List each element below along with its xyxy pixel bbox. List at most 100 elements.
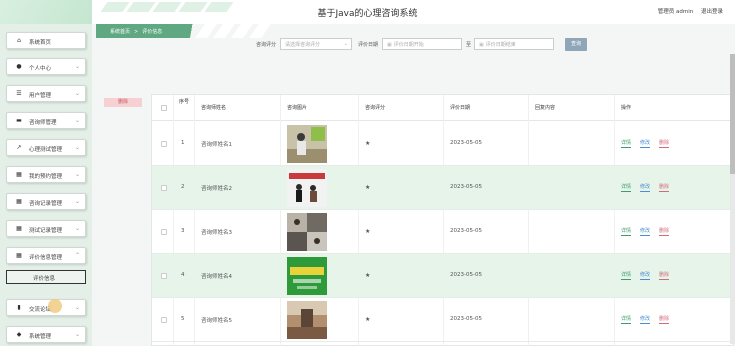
main-content: 系统首页 > 评价信息 咨询评分 请选择咨询评分 ⌄ 评价日期 ▣ 评价日期开始 至 … bbox=[96, 24, 735, 346]
site-title: 基于Java的心理咨询系统 bbox=[317, 9, 418, 19]
user-label: 管理员 admin bbox=[657, 9, 694, 15]
grid-icon: ▦ bbox=[16, 198, 22, 205]
delete-button[interactable]: 删除 bbox=[659, 315, 670, 324]
rating-star: ★ bbox=[365, 316, 371, 323]
row-checkbox[interactable] bbox=[161, 185, 167, 191]
calendar-icon: ▣ bbox=[479, 42, 484, 48]
rating-placeholder: 请选择咨询评分 bbox=[285, 42, 321, 48]
sidebar-item-reviews[interactable]: ▦ 评价信息管理 ⌃ bbox=[6, 247, 86, 264]
rating-star: ★ bbox=[365, 140, 371, 147]
sidebar-item-label: 系统首页 bbox=[29, 40, 52, 46]
col-header-index: 序号 bbox=[179, 99, 190, 105]
row-name: 咨询师姓名1 bbox=[201, 142, 232, 148]
date-end-placeholder: 评价日期结束 bbox=[485, 42, 516, 48]
row-checkbox[interactable] bbox=[161, 273, 167, 279]
rating-star: ★ bbox=[365, 272, 371, 279]
chevron-down-icon: ⌄ bbox=[74, 331, 80, 338]
delete-button[interactable]: 删除 bbox=[659, 183, 670, 192]
col-header-name: 咨询师姓名 bbox=[201, 105, 227, 111]
sidebar-item-label: 我的预约管理 bbox=[29, 174, 63, 180]
select-all-checkbox[interactable] bbox=[161, 105, 167, 111]
sidebar-item-label: 测试记录管理 bbox=[29, 228, 63, 234]
row-checkbox[interactable] bbox=[161, 229, 167, 235]
sidebar-subitem-review-info[interactable]: 评价信息 bbox=[6, 270, 86, 284]
list-icon: ☰ bbox=[16, 90, 22, 97]
table-row: 2 咨询师姓名2 ★ 2023-05-05 详情 修改 删除 bbox=[152, 166, 733, 210]
rating-select[interactable]: 请选择咨询评分 ⌄ bbox=[280, 38, 352, 50]
logout-link[interactable]: 退出登录 bbox=[701, 9, 723, 15]
sidebar: ⌂ 系统首页 ● 个人中心 ⌄ ☰ 用户管理 ⌄ ▬ 咨询师管理 ⌄ ↗ 心理测… bbox=[0, 24, 92, 346]
sidebar-item-profile[interactable]: ● 个人中心 ⌄ bbox=[6, 58, 86, 75]
chevron-down-icon: ⌄ bbox=[74, 90, 80, 97]
query-button[interactable]: 查询 bbox=[565, 38, 587, 51]
rating-star: ★ bbox=[365, 184, 371, 191]
col-header-photo: 咨询图片 bbox=[287, 105, 308, 111]
bar-chart-icon: ▮ bbox=[17, 304, 21, 311]
counselor-photo bbox=[287, 125, 327, 163]
breadcrumb-current: 评价信息 bbox=[142, 29, 163, 35]
review-table: 序号 咨询师姓名 咨询图片 咨询评分 评价日期 回复内容 操作 1 咨询师姓名1 bbox=[151, 94, 734, 346]
calendar-icon: ▣ bbox=[387, 42, 392, 48]
sidebar-item-consult-records[interactable]: ▦ 咨询记录管理 ⌄ bbox=[6, 193, 86, 210]
table-row: 5 咨询师姓名5 ★ 2023-05-05 详情 修改 删除 bbox=[152, 298, 733, 342]
chevron-down-icon: ⌄ bbox=[74, 171, 80, 178]
row-index: 4 bbox=[181, 272, 185, 278]
edit-button[interactable]: 修改 bbox=[640, 271, 651, 280]
sidebar-item-counselors[interactable]: ▬ 咨询师管理 ⌄ bbox=[6, 112, 86, 129]
delete-button[interactable]: 删除 bbox=[659, 227, 670, 236]
sidebar-item-label: 咨询记录管理 bbox=[29, 201, 63, 207]
briefcase-icon: ▬ bbox=[16, 117, 22, 124]
row-date: 2023-05-05 bbox=[450, 140, 482, 146]
row-date: 2023-05-05 bbox=[450, 272, 482, 278]
sidebar-item-label: 系统管理 bbox=[29, 334, 52, 340]
delete-button[interactable]: 删除 bbox=[659, 139, 670, 148]
date-start-input[interactable]: ▣ 评价日期开始 bbox=[382, 38, 462, 50]
edit-button[interactable]: 修改 bbox=[640, 139, 651, 148]
chevron-down-icon: ⌄ bbox=[74, 225, 80, 232]
chevron-up-icon: ⌃ bbox=[74, 252, 80, 259]
rating-star: ★ bbox=[365, 228, 371, 235]
breadcrumb-home[interactable]: 系统首页 bbox=[110, 29, 130, 35]
grid-icon: ▦ bbox=[16, 171, 22, 178]
date-end-input[interactable]: ▣ 评价日期结束 bbox=[474, 38, 554, 50]
row-date: 2023-05-05 bbox=[450, 184, 482, 190]
table-row: 3 咨询师姓名3 ★ 2023-05-05 详情 修改 删除 bbox=[152, 210, 733, 254]
chevron-down-icon: ⌄ bbox=[74, 304, 80, 311]
edit-button[interactable]: 修改 bbox=[640, 227, 651, 236]
edit-button[interactable]: 修改 bbox=[640, 183, 651, 192]
scrollbar-thumb[interactable] bbox=[730, 54, 735, 174]
grid-icon: ▦ bbox=[16, 252, 22, 259]
chevron-down-icon: ⌄ bbox=[343, 41, 348, 47]
detail-button[interactable]: 详情 bbox=[621, 271, 632, 280]
chevron-down-icon: ⌄ bbox=[74, 117, 80, 124]
delete-button[interactable]: 删除 bbox=[659, 271, 670, 280]
col-header-rating: 咨询评分 bbox=[365, 105, 386, 111]
sidebar-item-test-records[interactable]: ▦ 测试记录管理 ⌄ bbox=[6, 220, 86, 237]
sidebar-item-users[interactable]: ☰ 用户管理 ⌄ bbox=[6, 85, 86, 102]
edit-button[interactable]: 修改 bbox=[640, 315, 651, 324]
table-row: 4 咨询师姓名4 ★ 2023-05-05 详情 修改 删除 bbox=[152, 254, 733, 298]
breadcrumb-separator: > bbox=[134, 29, 139, 35]
sidebar-item-tests[interactable]: ↗ 心理测试管理 ⌄ bbox=[6, 139, 86, 156]
detail-button[interactable]: 详情 bbox=[621, 315, 632, 324]
detail-button[interactable]: 详情 bbox=[621, 139, 632, 148]
sidebar-item-appointments[interactable]: ▦ 我的预约管理 ⌄ bbox=[6, 166, 86, 183]
row-checkbox[interactable] bbox=[161, 141, 167, 147]
user-icon: ● bbox=[16, 63, 22, 70]
sidebar-item-system[interactable]: ◆ 系统管理 ⌄ bbox=[6, 326, 86, 343]
counselor-photo bbox=[287, 301, 327, 339]
sidebar-item-home[interactable]: ⌂ 系统首页 bbox=[6, 32, 86, 49]
row-name: 咨询师姓名3 bbox=[201, 230, 232, 236]
counselor-photo bbox=[287, 169, 327, 207]
sidebar-item-label: 用户管理 bbox=[29, 93, 52, 99]
row-name: 咨询师姓名2 bbox=[201, 186, 232, 192]
sidebar-item-forum[interactable]: ▮ 交流论坛 ⌄ bbox=[6, 299, 86, 316]
sidebar-item-label: 心理测试管理 bbox=[29, 147, 63, 153]
detail-button[interactable]: 详情 bbox=[621, 183, 632, 192]
chevron-down-icon: ⌄ bbox=[74, 144, 80, 151]
batch-delete-button[interactable]: 删除 bbox=[104, 98, 142, 107]
cursor-highlight bbox=[48, 299, 62, 313]
detail-button[interactable]: 详情 bbox=[621, 227, 632, 236]
date-start-placeholder: 评价日期开始 bbox=[393, 42, 424, 48]
row-checkbox[interactable] bbox=[161, 317, 167, 323]
